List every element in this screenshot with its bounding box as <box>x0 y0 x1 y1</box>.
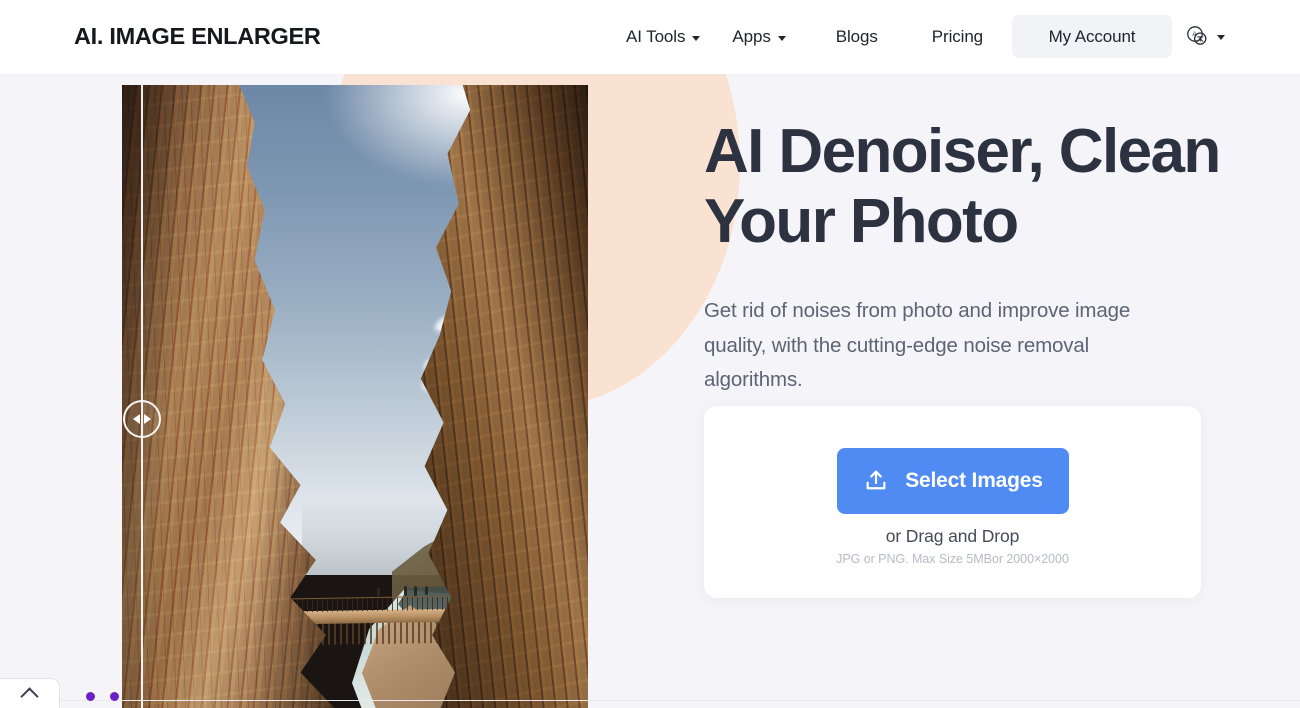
nav-item-label: AI Tools <box>626 27 686 46</box>
collapse-panel-button[interactable] <box>0 678 60 708</box>
comparison-slider-handle[interactable] <box>123 400 161 438</box>
my-account-label: My Account <box>1048 26 1136 46</box>
language-switcher[interactable]: A <box>1185 24 1225 48</box>
carousel-dot[interactable] <box>86 692 95 701</box>
my-account-button[interactable]: My Account <box>1012 15 1172 58</box>
drag-and-drop-text: or Drag and Drop <box>885 526 1020 546</box>
photo-person <box>425 586 428 595</box>
language-globe-icon: A <box>1187 26 1207 45</box>
site-logo[interactable]: AI. IMAGE ENLARGER <box>74 23 321 50</box>
bottom-divider <box>0 700 1300 701</box>
upload-constraints-text: JPG or PNG. Max Size 5MBor 2000×2000 <box>836 552 1069 566</box>
nav-item-apps[interactable]: Apps <box>716 19 801 55</box>
photo-person <box>377 588 380 596</box>
comparison-divider-line <box>141 85 143 708</box>
carousel-indicators <box>86 692 119 701</box>
chevron-down-icon <box>1217 35 1225 40</box>
nav-item-label: Blogs <box>835 27 878 46</box>
nav-item-pricing[interactable]: Pricing <box>916 19 999 55</box>
photo-person <box>414 586 417 596</box>
carousel-dot[interactable] <box>110 692 119 701</box>
svg-text:A: A <box>1192 31 1197 38</box>
upload-card[interactable]: Select Images or Drag and Drop JPG or PN… <box>704 406 1201 598</box>
upload-icon <box>866 470 886 490</box>
hero-section: AI Denoiser, Clean Your Photo Get rid of… <box>0 74 1300 708</box>
chevron-down-icon <box>692 36 701 41</box>
arrow-left-icon <box>133 414 140 424</box>
nav-item-label: Apps <box>732 27 771 46</box>
page-title: AI Denoiser, Clean Your Photo <box>704 117 1221 256</box>
arrow-right-icon <box>144 414 151 424</box>
site-header: AI. IMAGE ENLARGER AI Tools Apps Blogs P… <box>0 0 1300 74</box>
select-images-button[interactable]: Select Images <box>837 448 1069 514</box>
chevron-down-icon <box>777 36 786 41</box>
select-images-label: Select Images <box>905 469 1043 492</box>
sample-photo <box>122 85 588 708</box>
nav-item-blogs[interactable]: Blogs <box>820 19 894 55</box>
before-after-comparison[interactable] <box>122 85 588 708</box>
hero-subtitle: Get rid of noises from photo and improve… <box>704 299 1131 391</box>
photo-person <box>404 586 407 596</box>
nav-item-label: Pricing <box>931 27 984 46</box>
main-navigation: AI Tools Apps Blogs Pricing <box>610 0 999 74</box>
chevron-up-icon <box>20 686 39 706</box>
nav-item-ai-tools[interactable]: AI Tools <box>610 19 716 55</box>
